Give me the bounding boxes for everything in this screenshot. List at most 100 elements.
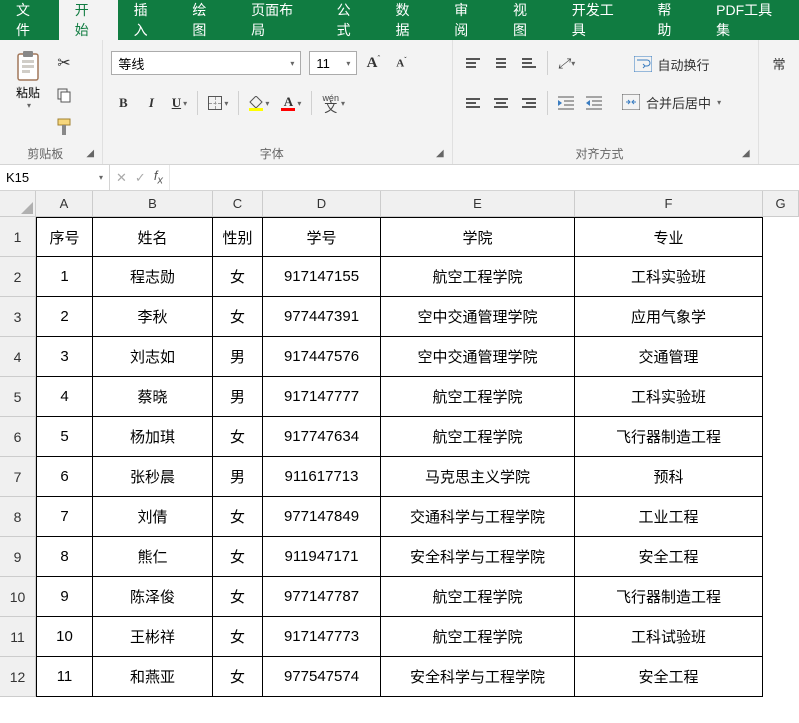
cell[interactable]: 工科实验班 — [575, 257, 763, 297]
cell[interactable]: 917447576 — [263, 337, 381, 377]
row-header-6[interactable]: 6 — [0, 417, 36, 457]
row-header-11[interactable]: 11 — [0, 617, 36, 657]
bold-button[interactable]: B — [111, 90, 135, 116]
ribbon-tab-9[interactable]: 开发工具 — [556, 0, 642, 40]
orientation-button[interactable]: ⤢▾ — [554, 50, 579, 76]
cell[interactable]: 应用气象学 — [575, 297, 763, 337]
merge-center-button[interactable]: 合并后居中 ▾ — [614, 88, 729, 116]
italic-button[interactable]: I — [139, 90, 163, 116]
cell[interactable]: 安全工程 — [575, 657, 763, 697]
cell[interactable]: 航空工程学院 — [381, 257, 575, 297]
cell[interactable]: 工业工程 — [575, 497, 763, 537]
col-header-B[interactable]: B — [93, 191, 213, 217]
cell[interactable]: 977147849 — [263, 497, 381, 537]
cell[interactable]: 学号 — [263, 217, 381, 257]
phonetic-button[interactable]: wén文▾ — [318, 90, 349, 116]
cell[interactable]: 女 — [213, 497, 263, 537]
cell[interactable]: 王彬祥 — [93, 617, 213, 657]
cell[interactable]: 女 — [213, 617, 263, 657]
cell[interactable]: 4 — [36, 377, 93, 417]
cell[interactable]: 2 — [36, 297, 93, 337]
row-header-5[interactable]: 5 — [0, 377, 36, 417]
name-box[interactable]: K15 ▾ — [0, 165, 110, 190]
cell[interactable]: 刘志如 — [93, 337, 213, 377]
cell[interactable]: 张秒晨 — [93, 457, 213, 497]
cells-area[interactable]: 序号姓名性别学号学院专业1程志勋女917147155航空工程学院工科实验班2李秋… — [36, 217, 763, 697]
cell[interactable]: 女 — [213, 297, 263, 337]
cell[interactable]: 飞行器制造工程 — [575, 577, 763, 617]
cell[interactable]: 女 — [213, 417, 263, 457]
ribbon-tab-7[interactable]: 审阅 — [438, 0, 497, 40]
cell[interactable]: 女 — [213, 657, 263, 697]
row-header-8[interactable]: 8 — [0, 497, 36, 537]
cell[interactable]: 女 — [213, 257, 263, 297]
accept-formula-icon[interactable]: ✓ — [135, 170, 146, 186]
cell[interactable]: 917147773 — [263, 617, 381, 657]
cell[interactable]: 交通管理 — [575, 337, 763, 377]
cell[interactable]: 女 — [213, 577, 263, 617]
select-all-button[interactable] — [0, 191, 36, 217]
col-header-D[interactable]: D — [263, 191, 381, 217]
cell[interactable]: 交通科学与工程学院 — [381, 497, 575, 537]
cell[interactable]: 917747634 — [263, 417, 381, 457]
border-button[interactable]: ▾ — [204, 90, 232, 116]
cell[interactable]: 飞行器制造工程 — [575, 417, 763, 457]
align-middle-button[interactable] — [489, 50, 513, 76]
cell[interactable]: 10 — [36, 617, 93, 657]
font-launcher[interactable]: ◢ — [436, 148, 448, 160]
cell[interactable]: 陈泽俊 — [93, 577, 213, 617]
formula-input[interactable] — [170, 165, 799, 190]
cell[interactable]: 1 — [36, 257, 93, 297]
cell[interactable]: 3 — [36, 337, 93, 377]
row-header-7[interactable]: 7 — [0, 457, 36, 497]
align-bottom-button[interactable] — [517, 50, 541, 76]
cell[interactable]: 空中交通管理学院 — [381, 337, 575, 377]
cell[interactable]: 安全科学与工程学院 — [381, 657, 575, 697]
col-header-C[interactable]: C — [213, 191, 263, 217]
align-left-button[interactable] — [461, 90, 485, 116]
col-header-E[interactable]: E — [381, 191, 575, 217]
cell[interactable]: 977447391 — [263, 297, 381, 337]
col-header-F[interactable]: F — [575, 191, 763, 217]
row-header-3[interactable]: 3 — [0, 297, 36, 337]
copy-button[interactable] — [52, 82, 76, 108]
align-right-button[interactable] — [517, 90, 541, 116]
cell[interactable]: 蔡晓 — [93, 377, 213, 417]
cell[interactable]: 专业 — [575, 217, 763, 257]
cell[interactable]: 男 — [213, 457, 263, 497]
font-name-select[interactable]: 等线 ▾ — [111, 51, 301, 75]
cell[interactable]: 安全科学与工程学院 — [381, 537, 575, 577]
cell[interactable]: 航空工程学院 — [381, 377, 575, 417]
row-header-10[interactable]: 10 — [0, 577, 36, 617]
clipboard-launcher[interactable]: ◢ — [86, 148, 98, 160]
cell[interactable]: 航空工程学院 — [381, 417, 575, 457]
cell[interactable]: 预科 — [575, 457, 763, 497]
cell[interactable]: 977147787 — [263, 577, 381, 617]
ribbon-tab-8[interactable]: 视图 — [497, 0, 556, 40]
cell[interactable]: 航空工程学院 — [381, 617, 575, 657]
cell[interactable]: 6 — [36, 457, 93, 497]
cell[interactable]: 5 — [36, 417, 93, 457]
ribbon-tab-1[interactable]: 开始 — [59, 0, 118, 40]
cut-button[interactable]: ✂ — [52, 50, 76, 76]
col-header-G[interactable]: G — [763, 191, 799, 217]
cell[interactable]: 911617713 — [263, 457, 381, 497]
ribbon-tab-4[interactable]: 页面布局 — [235, 0, 321, 40]
cell[interactable]: 序号 — [36, 217, 93, 257]
ribbon-tab-0[interactable]: 文件 — [0, 0, 59, 40]
cell[interactable]: 911947171 — [263, 537, 381, 577]
cell[interactable]: 马克思主义学院 — [381, 457, 575, 497]
ribbon-tab-5[interactable]: 公式 — [321, 0, 380, 40]
font-color-button[interactable]: A▾ — [277, 90, 305, 116]
format-painter-button[interactable] — [52, 114, 76, 140]
wrap-text-button[interactable]: 自动换行 — [614, 50, 729, 78]
cancel-formula-icon[interactable]: ✕ — [116, 170, 127, 186]
decrease-indent-button[interactable] — [554, 90, 578, 116]
cell[interactable]: 工科实验班 — [575, 377, 763, 417]
cell[interactable]: 安全工程 — [575, 537, 763, 577]
cell[interactable]: 工科试验班 — [575, 617, 763, 657]
row-header-1[interactable]: 1 — [0, 217, 36, 257]
cell[interactable]: 8 — [36, 537, 93, 577]
cell[interactable]: 917147777 — [263, 377, 381, 417]
row-header-12[interactable]: 12 — [0, 657, 36, 697]
